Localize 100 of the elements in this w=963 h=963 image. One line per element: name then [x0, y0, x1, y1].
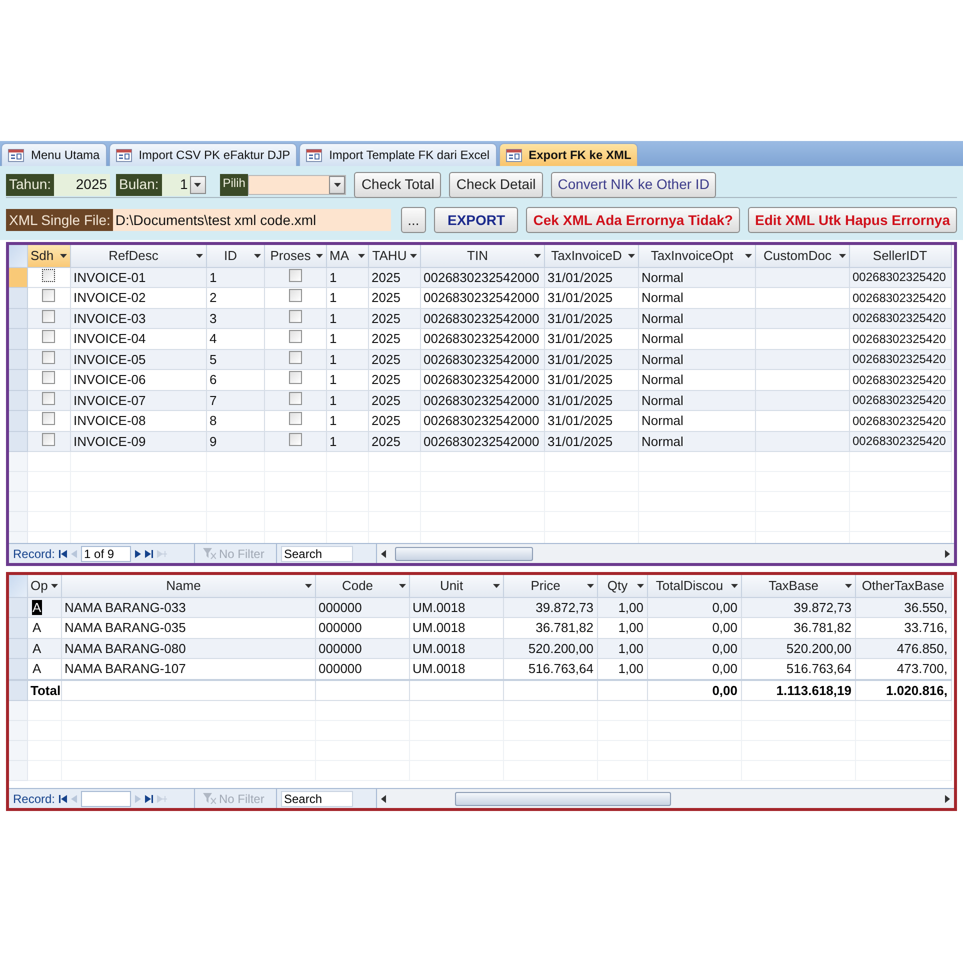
column-header[interactable]: TaxBase [741, 575, 855, 597]
action-button[interactable]: Convert NIK ke Other ID [550, 172, 716, 198]
column-header[interactable]: OtherTaxBase [855, 575, 951, 597]
table-cell: INVOICE-08 [74, 413, 146, 428]
new-record-icon[interactable] [157, 550, 168, 558]
caret-icon [398, 584, 406, 588]
last-record-icon[interactable] [145, 794, 154, 802]
checkbox[interactable] [288, 289, 302, 302]
column-header[interactable]: Proses [264, 245, 326, 267]
checkbox[interactable] [42, 330, 55, 343]
record-position-field[interactable] [81, 790, 132, 806]
table-cell: 0,00 [712, 600, 738, 614]
column-header[interactable]: TIN [420, 245, 544, 267]
column-header[interactable]: TaxInvoiceD [544, 245, 638, 267]
table-cell: 000000 [318, 640, 362, 656]
column-header[interactable]: TAHU [368, 245, 420, 267]
checkbox[interactable] [42, 371, 55, 384]
table-cell: 1 [330, 392, 337, 408]
tab[interactable]: Import Template FK dari Excel [299, 143, 497, 166]
column-header[interactable]: TaxInvoiceOpt [638, 245, 755, 267]
checkbox[interactable] [42, 310, 55, 322]
table-cell: NAMA BARANG-033 [64, 600, 186, 614]
table-cell: A [32, 620, 42, 635]
checkbox[interactable] [288, 268, 302, 282]
table-cell: Normal [642, 352, 684, 366]
column-header[interactable]: Op [27, 575, 61, 597]
checkbox[interactable] [42, 392, 55, 404]
column-header[interactable]: MA [326, 245, 368, 267]
table-cell: 31/01/2025 [548, 270, 613, 284]
table-cell: 2025 [372, 352, 400, 366]
action-button[interactable]: Check Detail [449, 172, 543, 198]
total-label: Total [30, 682, 60, 698]
total-cell: 1.113.618,19 [776, 682, 852, 698]
field-label: XML Single File: [6, 209, 114, 231]
table-cell: 3 [210, 310, 217, 326]
checkbox[interactable] [42, 432, 55, 446]
table-cell: 1 [330, 372, 337, 387]
search-field[interactable]: Search [281, 546, 353, 562]
checkbox[interactable] [288, 412, 302, 425]
table-cell: 0026830232542000 [424, 434, 540, 448]
column-header[interactable]: SellerIDT [849, 245, 951, 267]
month-field[interactable]: 1 [162, 174, 190, 196]
search-field[interactable]: Search [281, 790, 353, 806]
year-field[interactable]: 2025 [54, 174, 110, 196]
action-button[interactable]: Cek XML Ada Errornya Tidak? [526, 207, 740, 233]
column-header[interactable]: Qty [597, 575, 647, 597]
table-cell: 1 [330, 270, 337, 284]
last-record-icon[interactable] [145, 550, 154, 558]
previous-record-icon[interactable] [71, 550, 78, 558]
table-cell: 39.872,73 [536, 600, 594, 614]
checkbox[interactable] [42, 268, 55, 282]
first-record-icon[interactable] [59, 794, 68, 802]
column-header[interactable]: RefDesc [70, 245, 206, 267]
tab[interactable]: Menu Utama [1, 143, 107, 166]
column-header[interactable]: Name [61, 575, 315, 597]
checkbox[interactable] [288, 371, 302, 384]
previous-record-icon[interactable] [71, 794, 78, 802]
checkbox[interactable] [288, 432, 302, 446]
tab[interactable]: Import CSV PK eFaktur DJP [108, 143, 298, 166]
table-cell: INVOICE-06 [74, 372, 146, 387]
dropdown-button[interactable] [190, 176, 206, 194]
column-header[interactable]: Price [503, 575, 597, 597]
column-header[interactable]: Unit [409, 575, 503, 597]
table-cell: 000000 [318, 661, 362, 676]
caret-icon [838, 254, 846, 258]
action-button[interactable]: Check Total [354, 172, 442, 198]
action-button[interactable]: EXPORT [434, 207, 518, 233]
checkbox[interactable] [288, 392, 302, 404]
new-record-icon[interactable] [157, 794, 168, 802]
column-header[interactable]: CustomDoc [755, 245, 849, 267]
checkbox[interactable] [288, 350, 302, 364]
column-header[interactable]: ID [206, 245, 264, 267]
select-field[interactable] [248, 174, 346, 194]
caret-icon [586, 584, 594, 588]
row-selector[interactable] [9, 700, 27, 720]
caret-icon [410, 254, 416, 258]
column-header[interactable]: Sdh [27, 245, 70, 267]
next-record-icon[interactable] [135, 550, 142, 558]
checkbox[interactable] [288, 310, 302, 322]
checkbox[interactable] [288, 330, 302, 343]
table-cell: INVOICE-04 [74, 331, 146, 346]
record-position-field[interactable]: 1 of 9 [81, 546, 132, 562]
file-path-field[interactable]: D:\Documents\test xml code.xml [113, 209, 391, 231]
action-button[interactable]: Edit XML Utk Hapus Errornya [748, 207, 957, 233]
column-header[interactable]: TotalDiscou [647, 575, 741, 597]
table-cell: 00268302325420 [852, 270, 946, 284]
column-header[interactable]: Code [315, 575, 409, 597]
checkbox[interactable] [42, 412, 55, 425]
row-selector[interactable] [9, 452, 27, 472]
caret-icon [304, 584, 312, 588]
table-cell: NAMA BARANG-080 [64, 640, 186, 656]
table-cell: 00268302325420 [852, 290, 946, 305]
horizontal-scrollbar[interactable] [377, 544, 954, 563]
checkbox[interactable] [42, 289, 55, 302]
dropdown-button[interactable] [329, 176, 346, 194]
action-button[interactable]: ... [400, 207, 426, 233]
first-record-icon[interactable] [59, 550, 68, 558]
checkbox[interactable] [42, 350, 55, 364]
horizontal-scrollbar[interactable] [377, 789, 954, 808]
tab[interactable]: Export FK ke XML [498, 143, 638, 166]
